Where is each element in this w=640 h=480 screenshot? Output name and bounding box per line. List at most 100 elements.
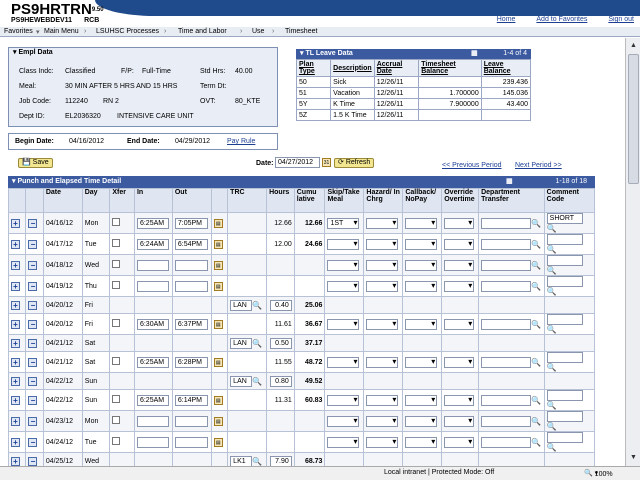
punch-out-input[interactable]	[174, 415, 208, 427]
search-icon[interactable]: 🔍	[252, 339, 262, 348]
skip-take-meal-select[interactable]	[327, 415, 360, 427]
comment-code-input[interactable]	[546, 255, 583, 266]
skip-take-meal-select[interactable]	[327, 259, 360, 271]
department-transfer-input[interactable]	[481, 217, 532, 229]
punch-in-input[interactable]	[136, 415, 169, 427]
xfer-checkbox[interactable]	[112, 416, 121, 424]
grid-view-icon[interactable]: ▦	[471, 49, 478, 59]
xfer-checkbox[interactable]	[112, 319, 121, 327]
override-overtime-select[interactable]	[444, 318, 475, 330]
delete-row-icon[interactable]: −	[28, 300, 38, 310]
calendar-icon[interactable]: 31	[322, 158, 331, 167]
hazard-select[interactable]	[366, 394, 399, 406]
punch-detail-icon[interactable]: ▤	[213, 239, 223, 249]
add-row-icon[interactable]: +	[11, 416, 20, 426]
punch-out-input[interactable]	[174, 259, 208, 271]
add-row-icon[interactable]: +	[11, 437, 20, 447]
hazard-select[interactable]	[366, 217, 399, 229]
override-overtime-select[interactable]	[444, 259, 475, 271]
add-row-icon[interactable]: +	[11, 319, 20, 329]
xfer-checkbox[interactable]	[112, 218, 121, 226]
comment-code-input[interactable]	[546, 314, 583, 325]
date-input[interactable]: 04/27/2012	[275, 157, 320, 168]
menu-time-and-labor[interactable]: Time and Labor	[178, 28, 227, 35]
override-overtime-select[interactable]	[444, 436, 475, 448]
search-icon[interactable]: 🔍	[531, 219, 541, 228]
xfer-checkbox[interactable]	[112, 437, 121, 445]
department-transfer-input[interactable]	[481, 356, 532, 368]
menu-use[interactable]: Use	[252, 28, 264, 35]
add-row-icon[interactable]: +	[11, 395, 20, 405]
search-icon[interactable]: 🔍	[531, 261, 541, 270]
search-icon[interactable]: 🔍	[547, 422, 557, 431]
search-icon[interactable]: 🔍	[547, 245, 557, 254]
callback-select[interactable]	[405, 259, 438, 271]
home-link[interactable]: Home	[497, 16, 516, 23]
search-icon[interactable]: 🔍	[531, 240, 541, 249]
punch-in-input[interactable]: 6:24AM	[136, 238, 169, 250]
override-overtime-select[interactable]	[444, 394, 475, 406]
search-icon[interactable]: 🔍	[547, 224, 557, 233]
scroll-thumb[interactable]	[628, 54, 639, 184]
search-icon[interactable]: 🔍	[547, 443, 557, 452]
menu-lsuhsc-processes[interactable]: LSUHSC Processes	[96, 28, 159, 35]
search-icon[interactable]: 🔍	[531, 282, 541, 291]
punch-out-input[interactable]: 6:54PM	[174, 238, 208, 250]
previous-period-link[interactable]: << Previous Period	[442, 162, 502, 169]
xfer-checkbox[interactable]	[112, 239, 121, 247]
trc-input[interactable]: LK1	[230, 455, 253, 466]
xfer-checkbox[interactable]	[112, 395, 121, 403]
callback-select[interactable]	[405, 280, 438, 292]
department-transfer-input[interactable]	[481, 259, 532, 271]
override-overtime-select[interactable]	[444, 217, 475, 229]
skip-take-meal-select[interactable]: 1ST	[327, 217, 360, 229]
delete-row-icon[interactable]: −	[28, 319, 38, 329]
sign-out-link[interactable]: Sign out	[608, 16, 634, 23]
delete-row-icon[interactable]: −	[28, 357, 38, 367]
vertical-scrollbar[interactable]: ▲ ▼	[625, 38, 640, 466]
department-transfer-input[interactable]	[481, 280, 532, 292]
comment-code-input[interactable]	[546, 352, 583, 363]
punch-in-input[interactable]	[136, 280, 169, 292]
callback-select[interactable]	[405, 415, 438, 427]
punch-detail-icon[interactable]: ▤	[213, 395, 223, 405]
xfer-checkbox[interactable]	[112, 260, 121, 268]
callback-select[interactable]	[405, 436, 438, 448]
department-transfer-input[interactable]	[481, 318, 532, 330]
add-row-icon[interactable]: +	[11, 357, 20, 367]
punch-detail-icon[interactable]: ▤	[213, 357, 223, 367]
add-row-icon[interactable]: +	[11, 376, 20, 386]
search-icon[interactable]: 🔍	[252, 301, 262, 310]
search-icon[interactable]: 🔍	[531, 320, 541, 329]
skip-take-meal-select[interactable]	[327, 356, 360, 368]
search-icon[interactable]: 🔍	[252, 457, 262, 466]
hazard-select[interactable]	[366, 356, 399, 368]
delete-row-icon[interactable]: −	[28, 456, 38, 466]
comment-code-input[interactable]	[546, 411, 583, 422]
comment-code-input[interactable]	[546, 432, 583, 443]
add-to-favorites-link[interactable]: Add to Favorites	[536, 16, 587, 23]
punch-out-input[interactable]	[174, 280, 208, 292]
hazard-select[interactable]	[366, 318, 399, 330]
punch-detail-icon[interactable]: ▤	[213, 281, 223, 291]
refresh-button[interactable]: ⟳ Refresh	[334, 158, 375, 168]
punch-out-input[interactable]: 6:14PM	[174, 394, 208, 406]
punch-detail-icon[interactable]: ▤	[213, 437, 223, 447]
hazard-select[interactable]	[366, 415, 399, 427]
search-icon[interactable]: 🔍	[547, 363, 557, 372]
search-icon[interactable]: 🔍	[531, 417, 541, 426]
add-row-icon[interactable]: +	[11, 456, 20, 466]
callback-select[interactable]	[405, 217, 438, 229]
search-icon[interactable]: 🔍	[531, 396, 541, 405]
search-icon[interactable]: 🔍	[252, 377, 262, 386]
skip-take-meal-select[interactable]	[327, 394, 360, 406]
menu-main-menu[interactable]: Main Menu	[44, 28, 79, 35]
callback-select[interactable]	[405, 318, 438, 330]
search-icon[interactable]: 🔍	[547, 325, 557, 334]
punch-detail-icon[interactable]: ▤	[213, 218, 223, 228]
add-row-icon[interactable]: +	[11, 260, 20, 270]
scroll-down-icon[interactable]: ▼	[628, 452, 639, 463]
search-icon[interactable]: 🔍	[531, 358, 541, 367]
department-transfer-input[interactable]	[481, 436, 532, 448]
override-overtime-select[interactable]	[444, 238, 475, 250]
